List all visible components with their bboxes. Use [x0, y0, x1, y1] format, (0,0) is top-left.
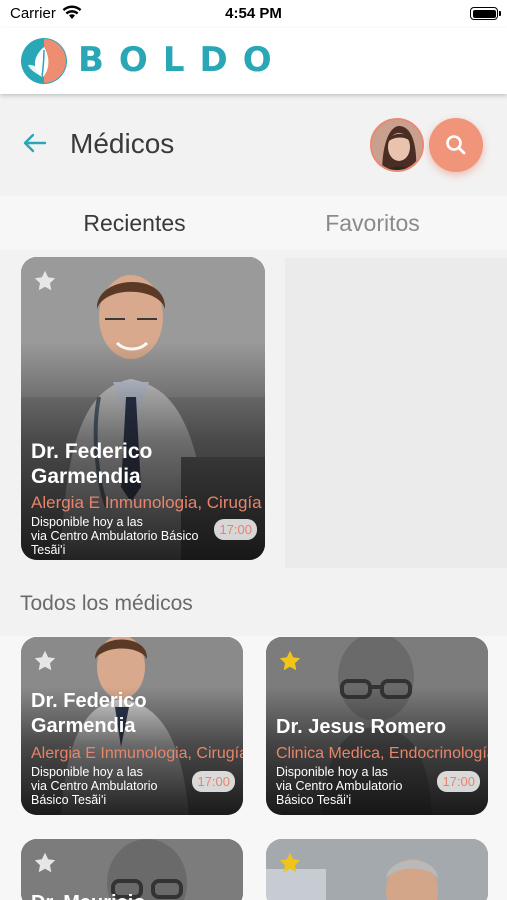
doctor-name: Dr. Federico Garmendia: [31, 690, 147, 737]
avatar-portrait: [372, 120, 422, 170]
doctor-card[interactable]: Dr. Jesus Romero Clinica Medica, Endocri…: [266, 637, 488, 815]
doctor-specialty: Alergia E Inmunologia, Cirugía: [31, 493, 262, 512]
recent-empty-slot: [285, 258, 507, 568]
tab-bar: Recientes Favoritos: [0, 196, 507, 250]
doctor-card[interactable]: Dr. Federico Garmendia Alergia E Inmunol…: [21, 637, 243, 815]
star-icon[interactable]: [278, 649, 302, 673]
doctor-availability: Disponible hoy a las via Centro Ambulato…: [31, 515, 199, 557]
arrow-left-icon[interactable]: [22, 132, 48, 154]
star-icon[interactable]: [278, 851, 302, 875]
tab-favoritos[interactable]: Favoritos: [246, 210, 499, 237]
star-icon[interactable]: [33, 851, 57, 875]
time-badge: 17:00: [192, 771, 235, 792]
search-icon: [446, 135, 466, 155]
star-icon[interactable]: [33, 649, 57, 673]
doctor-name: Dr. Jesus Romero: [276, 716, 447, 738]
recent-doctor-card[interactable]: Dr. Federico Garmendia Alergia E Inmunol…: [21, 257, 265, 560]
tab-recientes[interactable]: Recientes: [8, 210, 261, 237]
doctor-name: Dr. Federico Garmendia: [31, 440, 153, 488]
time-badge: 17:00: [214, 519, 257, 540]
page-header: Médicos: [0, 94, 507, 196]
brand-bar: BOLDO: [0, 28, 507, 94]
battery-icon: [470, 7, 501, 20]
leaf-logo-icon: [21, 38, 67, 84]
doctor-card[interactable]: [266, 839, 488, 900]
star-icon[interactable]: [33, 269, 57, 293]
doctor-specialty: Alergia E Inmunologia, Cirugía: [31, 745, 243, 762]
time-badge: 17:00: [437, 771, 480, 792]
page-title: Médicos: [70, 128, 175, 159]
status-bar: Carrier 4:54 PM: [0, 0, 507, 28]
brand-name: BOLDO: [78, 40, 287, 80]
section-title: Todos los médicos: [20, 592, 193, 615]
doctor-specialty: Clinica Medica, Endocrinología: [276, 745, 488, 762]
doctor-card[interactable]: Dr. Mauricio: [21, 839, 243, 900]
search-button[interactable]: [429, 118, 483, 172]
doctor-name: Dr. Mauricio: [31, 891, 235, 900]
user-avatar[interactable]: [370, 118, 424, 172]
status-time: 4:54 PM: [225, 5, 282, 22]
